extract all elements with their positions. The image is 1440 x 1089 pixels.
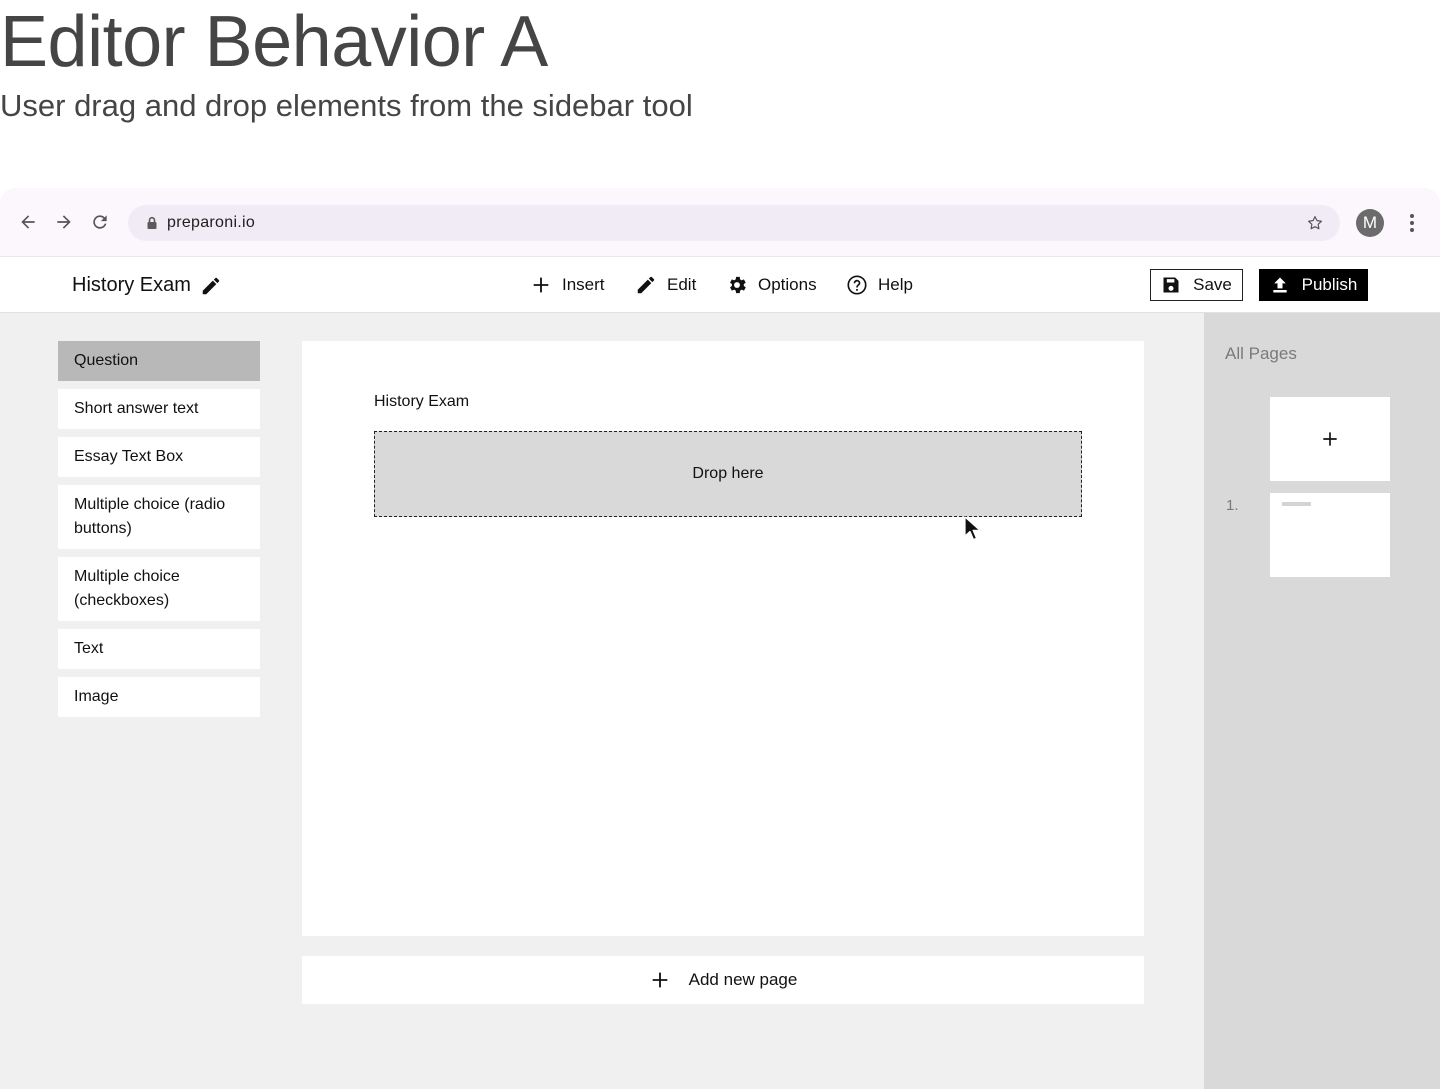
menu-options[interactable]: Options [726,272,817,298]
menu-edit-label: Edit [667,275,697,294]
pencil-icon [637,276,655,294]
upload-icon [1272,277,1287,293]
app-header: History Exam Insert Edit Options Help Sa… [0,257,1440,313]
back-arrow-icon[interactable] [16,210,40,234]
publish-button[interactable]: Publish [1259,269,1368,301]
page-number: 1. [1226,497,1239,514]
forward-arrow-icon[interactable] [52,210,76,234]
tool-item-essay[interactable]: Essay Text Box [58,437,260,477]
add-page-thumbnail[interactable] [1270,397,1390,481]
avatar[interactable]: M [1356,209,1384,237]
plus-icon [1323,432,1337,446]
menu-insert-label: Insert [562,275,605,294]
add-new-page-button[interactable]: Add new page [302,956,1144,1004]
url-text: preparoni.io [167,214,256,231]
star-icon[interactable] [1306,214,1324,232]
plus-icon [533,277,549,293]
document-title: History Exam [72,274,191,296]
kebab-menu-icon[interactable] [1400,211,1424,235]
pencil-icon[interactable] [200,275,222,297]
element-toolbar: Question Short answer text Essay Text Bo… [58,341,260,725]
tool-item-image[interactable]: Image [58,677,260,717]
browser-window: preparoni.io M History Exam Insert Edit [0,188,1440,1089]
mouse-pointer-icon [964,516,981,541]
menu-help[interactable]: Help [846,272,913,298]
pages-panel: All Pages 1. [1204,313,1440,1089]
add-new-page-label: Add new page [688,970,798,989]
reload-icon[interactable] [88,210,112,234]
tool-item-short-answer[interactable]: Short answer text [58,389,260,429]
plus-icon [652,972,667,988]
tool-item-multiple-choice-checkbox[interactable]: Multiple choice (checkboxes) [58,557,260,621]
drop-zone-label: Drop here [692,465,764,482]
thumbnail-title-line [1282,502,1311,506]
tool-item-text[interactable]: Text [58,629,260,669]
floppy-disk-icon [1163,277,1179,293]
tool-item-multiple-choice-radio[interactable]: Multiple choice (radio buttons) [58,485,260,549]
hero-title: Editor Behavior A [0,2,548,82]
address-bar[interactable]: preparoni.io [128,205,1340,241]
menu-options-label: Options [758,275,817,294]
save-button[interactable]: Save [1150,269,1243,301]
menu-edit[interactable]: Edit [635,272,696,298]
help-circle-icon [847,275,867,295]
page-heading: History Exam [374,393,470,410]
menu-insert[interactable]: Insert [530,272,605,298]
pages-panel-title: All Pages [1225,344,1297,363]
tool-item-question[interactable]: Question [58,341,260,381]
gear-icon [730,276,746,294]
page-thumbnail[interactable] [1270,493,1390,577]
lock-icon [147,216,157,229]
drop-zone[interactable]: Drop here [374,431,1082,517]
browser-toolbar: preparoni.io M [0,188,1440,257]
menu-help-label: Help [878,275,913,294]
hero-subtitle: User drag and drop elements from the sid… [0,88,693,123]
publish-button-label: Publish [1301,275,1358,294]
save-button-label: Save [1193,275,1232,294]
page-canvas[interactable]: History Exam Drop here [302,341,1144,936]
